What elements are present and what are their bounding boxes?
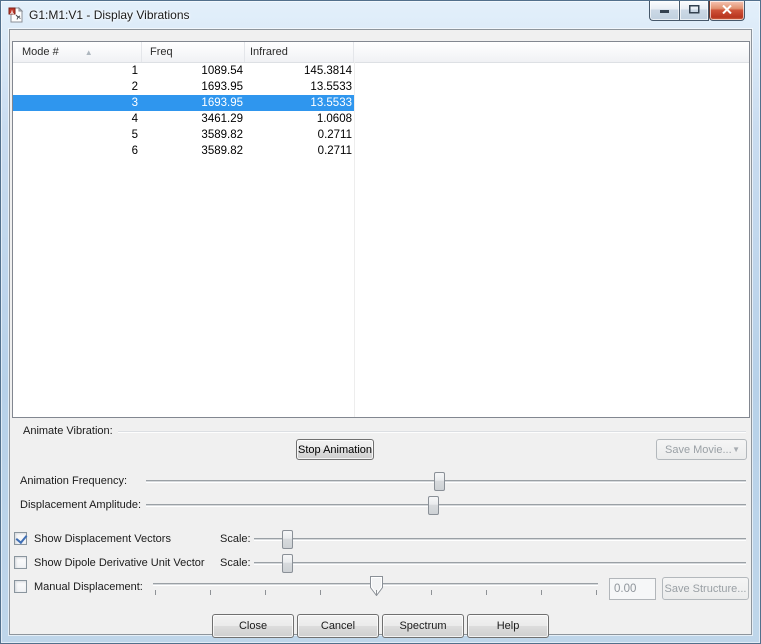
- show-dipole-derivative-checkbox[interactable]: [14, 556, 27, 569]
- save-movie-label: Save Movie...: [665, 443, 732, 456]
- manual-displacement-label[interactable]: Manual Displacement:: [34, 581, 143, 593]
- show-displacement-vectors-label[interactable]: Show Displacement Vectors: [34, 533, 171, 545]
- window-title: G1:M1:V1 - Display Vibrations: [29, 8, 190, 22]
- cell-mode: 6: [131, 145, 138, 157]
- vector-scale-label: Scale:: [220, 533, 251, 545]
- cell-infrared: 0.2711: [317, 129, 352, 141]
- table-row[interactable]: 6 3589.82 0.2711: [13, 143, 354, 159]
- manual-displacement-checkbox[interactable]: [14, 580, 27, 593]
- cell-infrared: 1.0608: [316, 113, 352, 125]
- cell-infrared: 13.5533: [310, 81, 352, 93]
- maximize-button[interactable]: [679, 1, 709, 21]
- vector-scale-slider[interactable]: [254, 530, 746, 549]
- cell-freq: 1693.95: [201, 81, 243, 93]
- display-vibrations-window: G1:M1:V1 - Display Vibrations Mode # ▲ F…: [0, 0, 761, 644]
- slider-thumb[interactable]: [282, 530, 294, 549]
- cell-infrared: 13.5533: [310, 97, 352, 109]
- cell-mode: 2: [131, 81, 138, 93]
- title-bar[interactable]: G1:M1:V1 - Display Vibrations: [1, 1, 760, 29]
- cell-mode: 5: [131, 129, 138, 141]
- slider-track[interactable]: [254, 538, 746, 541]
- table-row[interactable]: 2 1693.95 13.5533: [13, 79, 354, 95]
- column-header-mode[interactable]: Mode # ▲: [13, 42, 142, 62]
- save-structure-label: Save Structure...: [664, 582, 747, 595]
- cell-mode: 1: [131, 65, 138, 77]
- dipole-scale-label: Scale:: [220, 557, 251, 569]
- dipole-scale-slider[interactable]: [254, 554, 746, 573]
- column-divider: [354, 62, 355, 417]
- checkmark-icon: [15, 531, 27, 545]
- dialog-content: Mode # ▲ Freq Infrared 1 1089.54 145.381…: [8, 28, 753, 638]
- spectrum-button[interactable]: Spectrum: [382, 614, 464, 638]
- column-header-label: Mode #: [22, 46, 59, 58]
- slider-thumb[interactable]: [428, 496, 439, 515]
- dropdown-arrow-icon: ▼: [732, 445, 740, 454]
- column-header-freq[interactable]: Freq: [142, 42, 245, 62]
- maximize-icon: [688, 4, 700, 17]
- cell-infrared: 145.3814: [304, 65, 352, 77]
- button-label: Close: [238, 620, 268, 632]
- slider-thumb[interactable]: [282, 554, 294, 573]
- table-row[interactable]: 1 1089.54 145.3814: [13, 63, 354, 79]
- displacement-amplitude-label: Displacement Amplitude:: [20, 499, 142, 511]
- animation-frequency-slider[interactable]: [146, 472, 746, 491]
- stop-animation-button[interactable]: Stop Animation: [296, 439, 374, 460]
- column-header-label: Freq: [150, 46, 173, 58]
- displacement-amplitude-slider[interactable]: [146, 496, 746, 515]
- cancel-button[interactable]: Cancel: [297, 614, 379, 638]
- molecule-document-icon: [8, 6, 24, 23]
- table-row[interactable]: 5 3589.82 0.2711: [13, 127, 354, 143]
- vibration-modes-table: Mode # ▲ Freq Infrared 1 1089.54 145.381…: [12, 41, 750, 418]
- sort-ascending-icon: ▲: [84, 47, 93, 57]
- show-dipole-derivative-label[interactable]: Show Dipole Derivative Unit Vector: [34, 557, 205, 569]
- animate-vibration-group-label: Animate Vibration:: [23, 425, 113, 437]
- column-header-infrared[interactable]: Infrared: [245, 42, 354, 62]
- save-structure-button[interactable]: Save Structure...: [662, 577, 749, 600]
- group-divider-line: [118, 431, 746, 433]
- table-header: Mode # ▲ Freq Infrared: [13, 42, 749, 63]
- cell-infrared: 0.2711: [317, 145, 352, 157]
- cell-freq: 3589.82: [201, 145, 243, 157]
- table-row[interactable]: 3 1693.95 13.5533: [13, 95, 354, 111]
- button-label: Cancel: [320, 620, 356, 632]
- slider-track[interactable]: [254, 562, 746, 565]
- button-label: Help: [496, 620, 520, 632]
- cell-freq: 1693.95: [201, 97, 243, 109]
- manual-displacement-value-field[interactable]: [609, 578, 656, 600]
- table-row[interactable]: 4 3461.29 1.0608: [13, 111, 354, 127]
- slider-thumb[interactable]: [434, 472, 445, 491]
- table-body: 1 1089.54 145.3814 2 1693.95 13.5533 3 1…: [13, 63, 749, 159]
- cell-freq: 3461.29: [201, 113, 243, 125]
- cell-mode: 3: [131, 97, 138, 109]
- help-button[interactable]: Help: [467, 614, 549, 638]
- show-displacement-vectors-checkbox[interactable]: [14, 531, 27, 545]
- button-label: Spectrum: [399, 620, 447, 632]
- close-dialog-button[interactable]: Close: [212, 614, 294, 638]
- save-movie-button[interactable]: Save Movie... ▼: [656, 439, 747, 460]
- close-icon: [722, 4, 732, 17]
- footer-button-row: Close Cancel Spectrum Help: [10, 614, 751, 638]
- cell-mode: 4: [131, 113, 138, 125]
- minimize-button[interactable]: [649, 1, 679, 21]
- caption-buttons: [649, 1, 745, 21]
- slider-track[interactable]: [146, 480, 746, 483]
- slider-track[interactable]: [146, 504, 746, 507]
- stop-animation-label: Stop Animation: [298, 443, 372, 456]
- slider-tick-marks: [155, 590, 597, 596]
- close-button[interactable]: [709, 1, 745, 21]
- column-header-label: Infrared: [250, 46, 288, 58]
- cell-freq: 1089.54: [201, 65, 243, 77]
- minimize-icon: [659, 5, 670, 17]
- cell-freq: 3589.82: [201, 129, 243, 141]
- animation-frequency-label: Animation Frequency:: [20, 475, 127, 487]
